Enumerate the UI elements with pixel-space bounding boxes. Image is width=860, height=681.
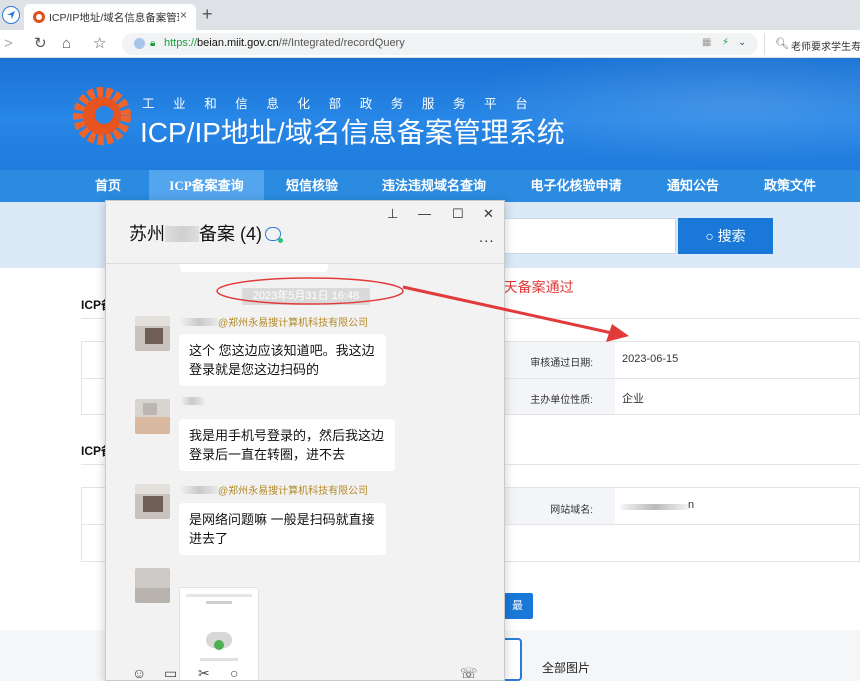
previous-message-bubble [180, 264, 328, 272]
browser-tab-bar: ICP/IP地址/域名信息备案管理系 × + [0, 0, 860, 30]
avatar[interactable] [135, 484, 170, 519]
chat-history-icon[interactable]: ○ [230, 665, 238, 680]
nav-icp-query[interactable]: ICP备案查询 [149, 170, 264, 202]
chat-title-mask [165, 226, 199, 242]
message-bubble[interactable]: 我是用手机号登录的，然后我这边登录后一直在转圈，进不去 [179, 419, 395, 471]
chat-bubble-icon [265, 227, 283, 243]
site-favicon-icon [33, 11, 45, 23]
emoji-icon[interactable]: ☺ [132, 665, 146, 680]
query-input[interactable] [504, 218, 676, 254]
org-type-value: 企业 [622, 393, 644, 405]
sender-company: @郑州永易搜计算机科技有限公司 [218, 486, 369, 497]
qr-icon[interactable]: ▦ [702, 37, 711, 48]
site-header: 工业和信息化部政务服务平台 ICP/IP地址/域名信息备案管理系统 [0, 58, 860, 170]
reload-icon[interactable]: ↻ [34, 35, 47, 53]
site-title: ICP/IP地址/域名信息备案管理系统 [140, 117, 565, 148]
image-thumbnail-frame[interactable] [504, 638, 522, 681]
nav-policy[interactable]: 政策文件 [752, 170, 828, 202]
message-bubble[interactable]: 是网络问题嘛 一般是扫码就直接进去了 [179, 503, 386, 555]
forward-icon[interactable]: > [4, 35, 13, 53]
lock-icon: 🔒︎ [150, 38, 156, 49]
avatar[interactable] [135, 568, 170, 603]
tab-close-icon[interactable]: × [180, 8, 187, 22]
check-badge-icon [214, 640, 224, 650]
home-icon[interactable]: ⌂ [62, 35, 71, 53]
all-images-label[interactable]: 全部图片 [542, 659, 590, 676]
nav-home[interactable]: 首页 [80, 170, 136, 202]
org-type-label: 主办单位性质: [530, 395, 593, 406]
site-subtitle: 工业和信息化部政务服务平台 [142, 97, 547, 111]
nav-sms-verify[interactable]: 短信核验 [272, 170, 352, 202]
browser-toolbar: > ↻ ⌂ ☆ 🔒︎ https://beian.miit.gov.cn/#/I… [0, 30, 860, 58]
address-bar[interactable]: 🔒︎ https://beian.miit.gov.cn/#/Integrate… [122, 33, 758, 55]
image-header-bar [186, 594, 252, 597]
browser-nav-icon[interactable] [2, 6, 20, 24]
dropdown-chevron-icon[interactable]: ⌄ [738, 37, 746, 48]
chat-title-prefix: 苏州 [129, 224, 165, 244]
lightning-icon[interactable]: ⚡︎ [722, 37, 729, 48]
folder-icon[interactable]: ▭ [164, 665, 177, 680]
sender-company: @郑州永易搜计算机科技有限公司 [218, 318, 369, 329]
avatar[interactable] [135, 316, 170, 351]
bookmark-star-icon[interactable]: ☆ [93, 35, 106, 53]
domain-value-blurred [620, 504, 690, 510]
chat-title-suffix: 备案 (4) [199, 224, 262, 244]
tab-title: ICP/IP地址/域名信息备案管理系 [49, 12, 179, 24]
close-icon[interactable]: ✕ [483, 206, 494, 222]
image-title-bar [206, 601, 232, 604]
chat-window: 苏州 备案 (4) ⊥ — ☐ ✕ ... 2023年5月31日 16:48 @郑… [105, 200, 505, 681]
approve-date-label: 审核通过日期: [530, 358, 593, 369]
domain-label: 网站域名: [550, 505, 593, 516]
chat-input-toolbar: ☺ ▭ ✂ ○ ☏ [106, 663, 504, 680]
message-bubble[interactable]: 这个 您这边应该知道吧。我这边登录就是您这边扫码的 [179, 334, 386, 386]
browser-tab-active[interactable]: ICP/IP地址/域名信息备案管理系 × [24, 4, 196, 30]
approve-date-value: 2023-06-15 [622, 353, 679, 365]
new-tab-button[interactable]: + [202, 4, 213, 24]
main-navigation: 首页 ICP备案查询 短信核验 违法违规域名查询 电子化核验申请 通知公告 政策… [0, 170, 860, 202]
sender-name-mask [180, 318, 218, 326]
scissors-icon[interactable]: ✂ [198, 665, 210, 680]
search-text: 老师要求学生寿 [791, 42, 860, 53]
message-timestamp: 2023年5月31日 16:48 [242, 288, 370, 305]
ministry-logo-icon [73, 87, 131, 145]
search-button-label: 搜索 [717, 228, 746, 244]
nav-illegal-domain[interactable]: 违法违规域名查询 [370, 170, 498, 202]
browser-search-box[interactable]: 🔍︎ 老师要求学生寿 [764, 33, 860, 55]
chat-title: 苏州 备案 (4) [129, 220, 283, 246]
search-icon: 🔍︎ [775, 38, 789, 50]
domain-value-suffix: n [688, 499, 695, 511]
nav-e-verify[interactable]: 电子化核验申请 [520, 170, 632, 202]
security-shield-icon [134, 38, 145, 49]
voice-call-icon[interactable]: ☏ [460, 665, 478, 680]
maximize-icon[interactable]: ☐ [452, 206, 464, 222]
search-button-icon: ○ [705, 228, 714, 244]
search-button[interactable]: ○ 搜索 [678, 218, 773, 254]
sender-name: @郑州永易搜计算机科技有限公司 [180, 314, 368, 329]
image-caption-bar [200, 658, 238, 661]
pin-icon[interactable]: ⊥ [387, 206, 398, 222]
url-text: https://beian.miit.gov.cn/#/Integrated/r… [164, 37, 405, 49]
sender-name-mask [180, 397, 204, 405]
sender-name [180, 397, 204, 408]
avatar[interactable] [135, 399, 170, 434]
sender-name-mask [180, 486, 218, 494]
more-options-icon[interactable]: ... [479, 229, 495, 246]
nav-notices[interactable]: 通知公告 [655, 170, 731, 202]
sender-name: @郑州永易搜计算机科技有限公司 [180, 482, 368, 497]
minimize-icon[interactable]: — [418, 206, 431, 222]
